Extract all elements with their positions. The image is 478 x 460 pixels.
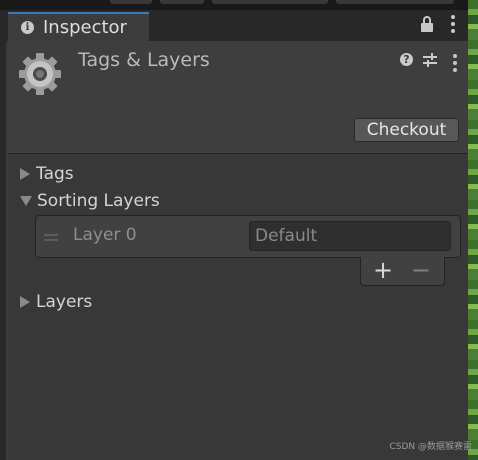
layers-label: Layers (36, 292, 93, 312)
drag-handle-icon[interactable] (44, 234, 58, 244)
checkout-button[interactable]: Checkout (354, 118, 459, 142)
tab-label: Inspector (43, 17, 127, 38)
expand-icon (20, 168, 30, 180)
watermark: CSDN @数据猴赛雷 (389, 442, 472, 452)
panel-gutter (0, 10, 6, 460)
component-title: Tags & Layers (78, 49, 210, 71)
inspector-panel: Tags & Layers ? Checkout Tags Sorting La… (8, 41, 467, 460)
tags-label: Tags (36, 164, 74, 184)
expand-icon (20, 296, 30, 308)
scene-view-edge (468, 0, 478, 460)
top-strip (0, 0, 468, 10)
info-icon: i (21, 21, 34, 34)
layer-name-field[interactable]: Default (249, 221, 451, 251)
layer-name-label: Layer 0 (73, 225, 137, 245)
tags-foldout[interactable]: Tags (20, 163, 74, 185)
add-layer-button[interactable]: + (373, 255, 393, 285)
component-menu-icon[interactable] (452, 54, 458, 72)
tab-inspector[interactable]: i Inspector (8, 12, 149, 41)
presets-icon[interactable] (422, 52, 438, 68)
help-icon[interactable]: ? (400, 53, 413, 66)
sorting-layers-label: Sorting Layers (37, 191, 160, 211)
layers-foldout[interactable]: Layers (20, 291, 92, 313)
lock-icon[interactable] (421, 16, 433, 32)
list-footer: + − (360, 255, 445, 286)
gear-icon (19, 53, 61, 95)
more-icon[interactable] (450, 15, 456, 33)
collapse-icon (20, 196, 32, 206)
sorting-layers-list: Layer 0 Default (35, 215, 461, 258)
sorting-layers-foldout[interactable]: Sorting Layers (20, 190, 160, 212)
component-header: Tags & Layers ? Checkout (8, 41, 467, 154)
remove-layer-button[interactable]: − (411, 255, 431, 285)
